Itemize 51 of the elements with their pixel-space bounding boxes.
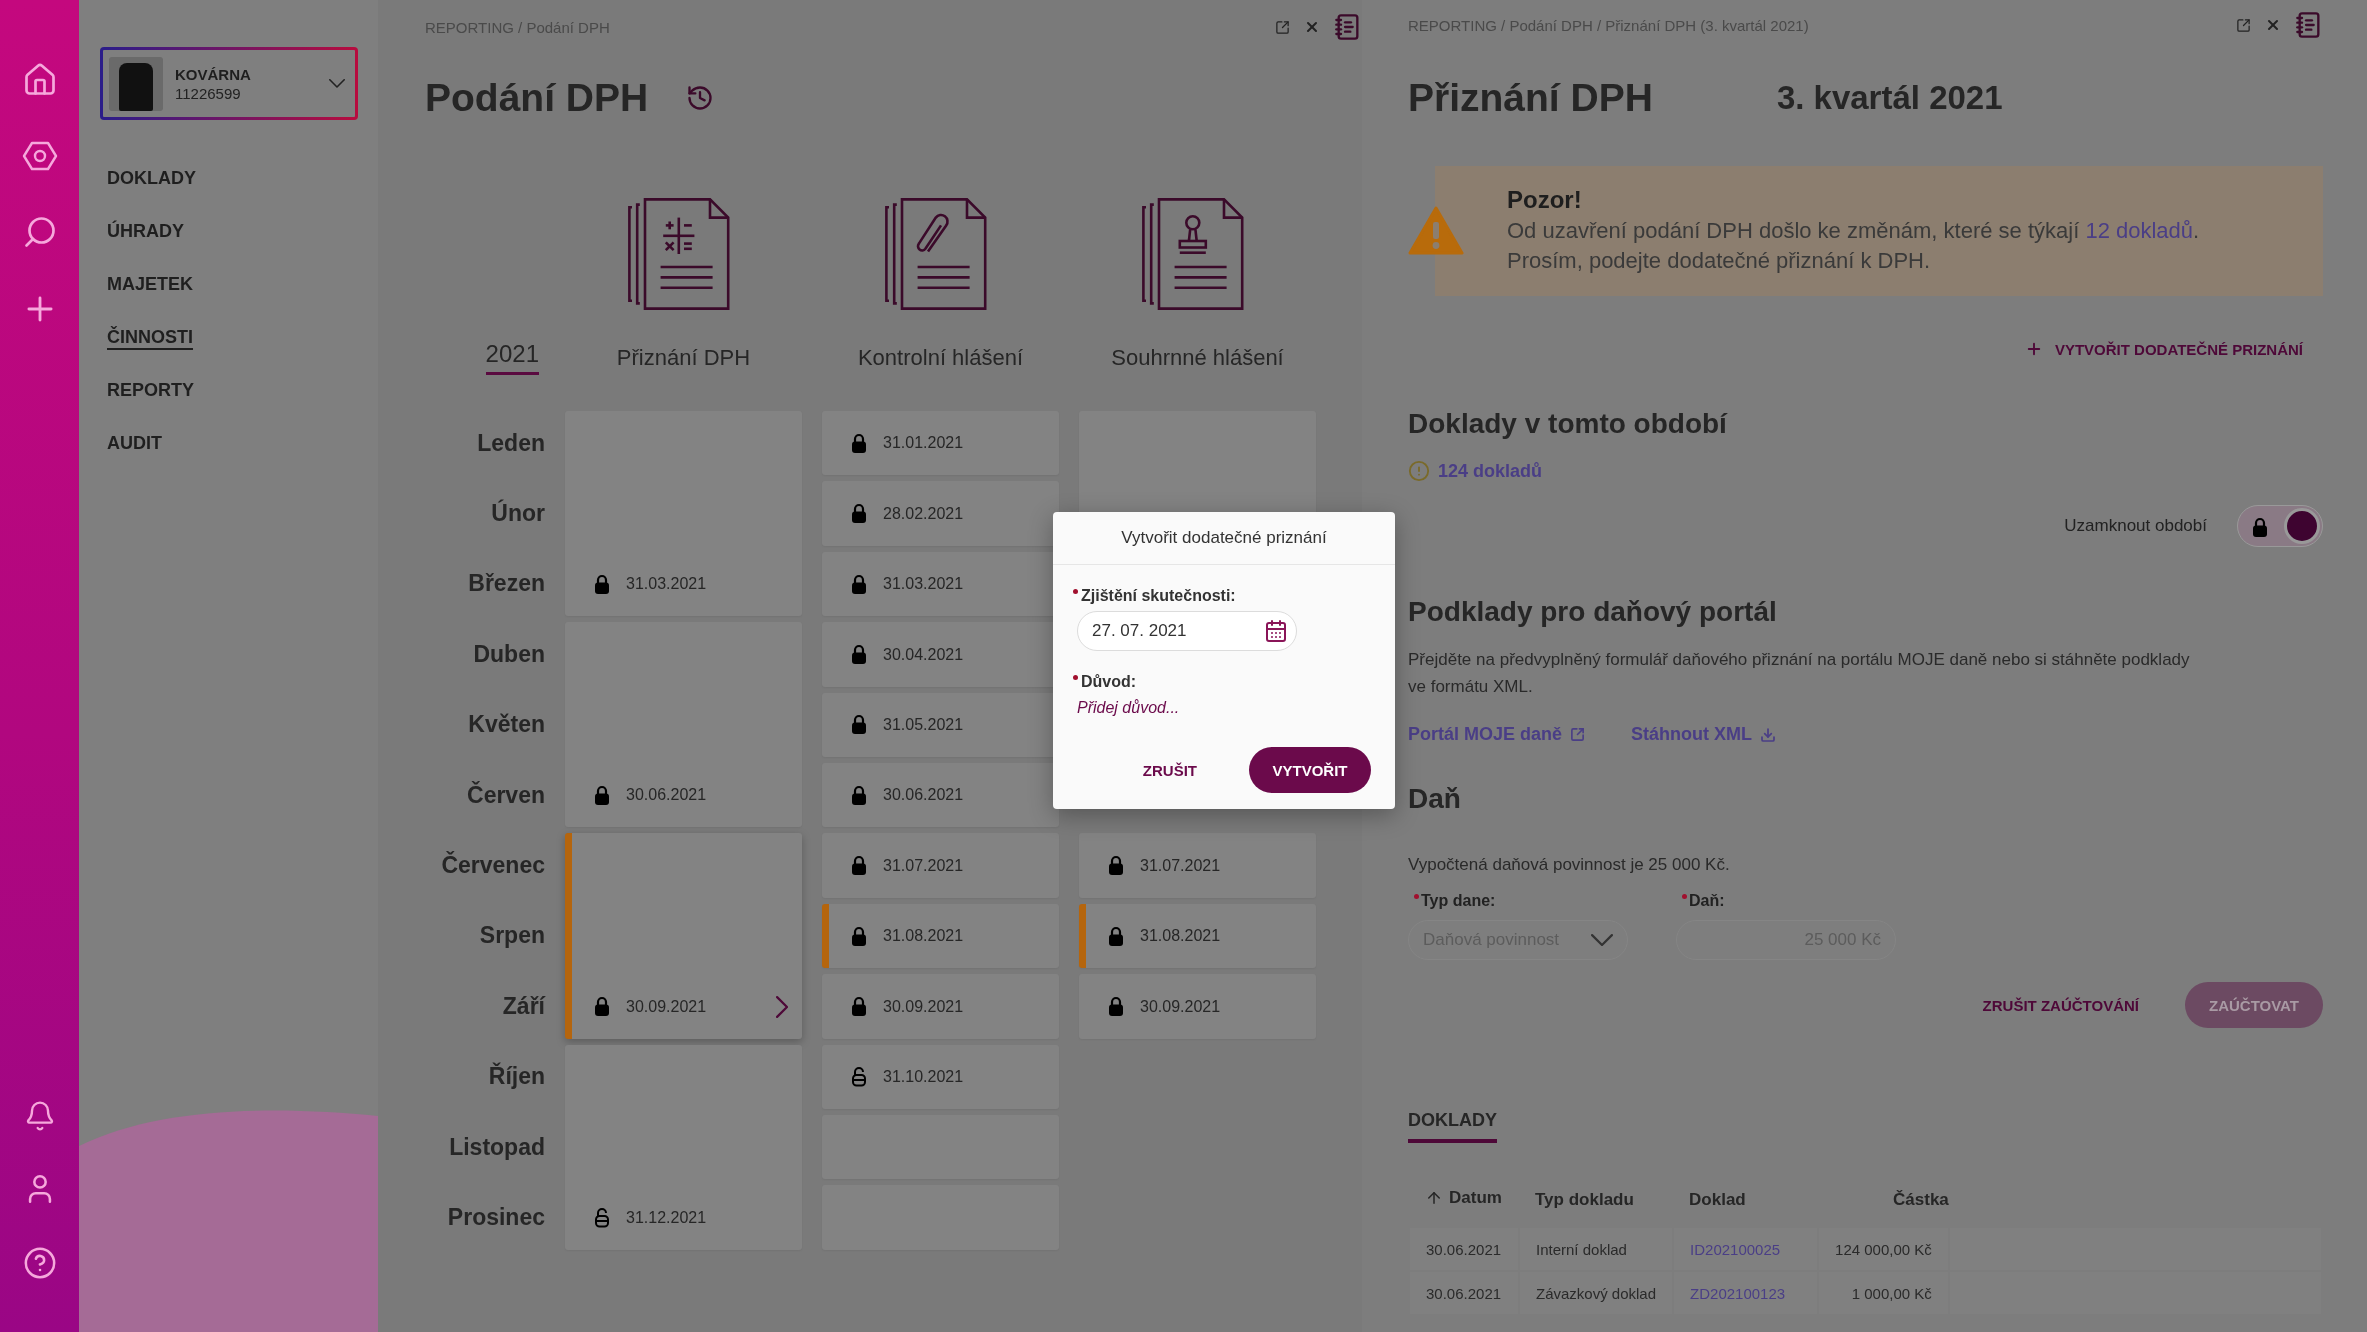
field-label: Zjištění skutečnosti: bbox=[1081, 587, 1236, 605]
due-date: 30.04.2021 bbox=[883, 645, 965, 664]
warning-text: Od uzavření podání DPH došlo ke změnám, které se týkají 12 dokladů. bbox=[1507, 218, 2201, 244]
due-date: 31.01.2021 bbox=[883, 434, 965, 453]
column-heading: Přiznání DPH bbox=[616, 345, 751, 371]
month-label: Prosinec bbox=[446, 1203, 545, 1232]
due-date: 30.06.2021 bbox=[626, 786, 708, 805]
month-label: Říjen bbox=[487, 1061, 545, 1092]
month-label: Únor bbox=[490, 498, 545, 529]
due-date: 31.10.2021 bbox=[883, 1067, 965, 1086]
column-heading: Kontrolní hlášení bbox=[857, 345, 1024, 371]
portal-description: Přejděte na předvyplněný formulář daňového přiznání na portálu MOJE daně nebo si stáhněte podklady ve formátu XML. bbox=[1408, 649, 2191, 698]
due-date: 31.05.2021 bbox=[883, 715, 965, 734]
section-heading: Podklady pro daňový portál bbox=[1408, 596, 1778, 628]
column-heading: Souhrnné hlášení bbox=[1111, 345, 1284, 371]
field-label: Typ dane: bbox=[1421, 892, 1496, 910]
due-date: 28.02.2021 bbox=[883, 504, 965, 523]
month-label: Duben bbox=[472, 639, 545, 669]
month-label: Srpen bbox=[478, 921, 545, 951]
period-title: 3. kvartál 2021 bbox=[1776, 79, 2003, 117]
due-date: 31.03.2021 bbox=[883, 575, 965, 594]
dialog-title: Vytvořit dodatečné priznání bbox=[1053, 512, 1395, 565]
due-date: 30.09.2021 bbox=[1140, 997, 1222, 1016]
warning-text: Prosím, podejte dodatečné přiznání k DPH. bbox=[1507, 248, 1932, 274]
company-name: KOVÁRNA bbox=[175, 65, 252, 83]
due-date: 30.09.2021 bbox=[626, 997, 708, 1016]
month-label: Leden bbox=[476, 428, 545, 458]
month-label: Červen bbox=[466, 780, 545, 810]
due-date: 30.06.2021 bbox=[883, 786, 965, 805]
field-label: Daň: bbox=[1689, 892, 1725, 910]
month-label: Listopad bbox=[448, 1132, 545, 1162]
section-heading: Doklady v tomto období bbox=[1408, 408, 1729, 440]
warning-title: Pozor! bbox=[1507, 186, 1583, 214]
field-label: Důvod: bbox=[1081, 673, 1137, 691]
due-date: 31.07.2021 bbox=[883, 856, 965, 875]
month-label: Březen bbox=[467, 569, 545, 599]
company-id: 11226599 bbox=[175, 84, 242, 102]
month-label: Září bbox=[501, 991, 545, 1021]
tax-summary: Vypočtená daňová povinnost je 25 000 Kč. bbox=[1408, 854, 1731, 876]
section-heading: Daň bbox=[1408, 783, 1462, 815]
due-date: 31.03.2021 bbox=[626, 575, 708, 594]
due-date: 31.08.2021 bbox=[1140, 927, 1222, 946]
due-date: 30.09.2021 bbox=[883, 997, 965, 1016]
due-date: 31.07.2021 bbox=[1140, 856, 1222, 875]
month-label: Červenec bbox=[440, 850, 545, 881]
page-title: Podání DPH bbox=[425, 76, 649, 120]
due-date: 31.12.2021 bbox=[626, 1208, 708, 1227]
toggle-label: Uzamknout období bbox=[2064, 516, 2207, 536]
due-date: 31.08.2021 bbox=[883, 927, 965, 946]
page-title: Přiznání DPH bbox=[1408, 76, 1653, 120]
month-label: Květen bbox=[467, 710, 545, 740]
